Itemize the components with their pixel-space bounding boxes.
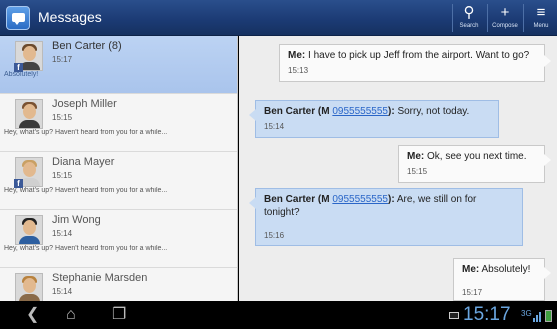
message-sender: Me: bbox=[407, 151, 425, 162]
bubble-tail bbox=[249, 109, 256, 121]
app-title: Messages bbox=[38, 9, 102, 25]
conversation-thread[interactable]: Me: I have to pick up Jeff from the airp… bbox=[239, 36, 557, 301]
message-sender: Me: bbox=[462, 264, 480, 275]
search-button[interactable]: ⚲ Search bbox=[453, 0, 485, 36]
outgoing-message[interactable]: Me: Ok, see you next time. 15:15 bbox=[398, 145, 551, 183]
message-snippet: Hey, what's up? Haven't heard from you f… bbox=[4, 187, 168, 194]
message-time: 15:17 bbox=[462, 288, 483, 297]
conversation-time: 15:17 bbox=[52, 55, 73, 64]
conversation-list[interactable]: f Ben Carter (8) 15:17 Absolutely! Josep… bbox=[0, 36, 238, 301]
messages-app-icon[interactable] bbox=[6, 6, 30, 30]
contact-name: Stephanie Marsden bbox=[52, 272, 148, 284]
incoming-message[interactable]: Ben Carter (M 0955555555): Sorry, not to… bbox=[249, 100, 499, 138]
bubble-tail bbox=[544, 55, 551, 67]
menu-button[interactable]: ≡ Menu bbox=[525, 0, 557, 36]
contact-name: Jim Wong bbox=[52, 214, 101, 226]
phone-number-link[interactable]: 0955555555 bbox=[332, 106, 388, 117]
signal-icon bbox=[533, 310, 543, 322]
message-text: Ok, see you next time. bbox=[427, 151, 527, 162]
conversation-item[interactable]: f Ben Carter (8) 15:17 Absolutely! bbox=[0, 36, 237, 94]
action-separator bbox=[523, 4, 524, 32]
home-icon[interactable]: ⌂ bbox=[66, 305, 76, 325]
message-text: Absolutely! bbox=[481, 264, 531, 275]
message-sender-end: ): bbox=[387, 194, 395, 205]
network-type: 3G bbox=[521, 309, 532, 318]
message-sender: Ben Carter (M bbox=[264, 194, 333, 205]
compose-icon: + bbox=[500, 4, 510, 21]
conversation-time: 15:14 bbox=[52, 229, 73, 238]
menu-label: Menu bbox=[533, 23, 549, 29]
conversation-time: 15:15 bbox=[52, 171, 73, 180]
message-time: 15:13 bbox=[288, 66, 309, 75]
conversation-item[interactable]: Joseph Miller 15:15 Hey, what's up? Have… bbox=[0, 94, 237, 152]
avatar bbox=[15, 99, 43, 129]
outgoing-message[interactable]: Me: Absolutely! 15:17 bbox=[453, 258, 551, 301]
bubble-tail bbox=[544, 267, 551, 279]
compose-label: Compose bbox=[492, 23, 518, 29]
menu-icon: ≡ bbox=[536, 4, 546, 21]
message-snippet: Hey, what's up? Haven't heard from you f… bbox=[4, 129, 168, 136]
contact-name: Diana Mayer bbox=[52, 156, 115, 168]
outgoing-message[interactable]: Me: I have to pick up Jeff from the airp… bbox=[279, 44, 551, 82]
message-text: I have to pick up Jeff from the airport.… bbox=[308, 50, 530, 61]
mail-notification-icon[interactable] bbox=[449, 312, 459, 319]
message-time: 15:14 bbox=[264, 122, 285, 131]
conversation-item[interactable]: f Diana Mayer 15:15 Hey, what's up? Have… bbox=[0, 152, 237, 210]
contact-name: Joseph Miller bbox=[52, 98, 117, 110]
conversation-item[interactable]: Stephanie Marsden 15:14 bbox=[0, 268, 237, 301]
bubble-tail bbox=[249, 197, 256, 209]
search-icon: ⚲ bbox=[463, 4, 475, 21]
incoming-message[interactable]: Ben Carter (M 0955555555): Are, we still… bbox=[249, 188, 523, 246]
status-clock: 15:17 bbox=[463, 304, 511, 325]
system-bar: ❮ ⌂ ❐ 15:17 3G bbox=[0, 301, 557, 329]
message-text: Sorry, not today. bbox=[397, 106, 470, 117]
back-icon[interactable]: ❮ bbox=[26, 305, 39, 325]
recent-apps-icon[interactable]: ❐ bbox=[112, 305, 126, 325]
conversation-item[interactable]: Jim Wong 15:14 Hey, what's up? Haven't h… bbox=[0, 210, 237, 268]
message-time: 15:15 bbox=[407, 167, 428, 176]
conversation-time: 15:15 bbox=[52, 113, 73, 122]
avatar bbox=[15, 215, 43, 245]
message-sender-end: ): bbox=[387, 106, 395, 117]
title-bar: Messages ⚲ Search + Compose ≡ Menu bbox=[0, 0, 557, 36]
message-sender: Ben Carter (M bbox=[264, 106, 333, 117]
message-snippet: Hey, what's up? Haven't heard from you f… bbox=[4, 245, 168, 252]
bubble-tail bbox=[544, 154, 551, 166]
action-separator bbox=[487, 4, 488, 32]
battery-icon bbox=[545, 310, 552, 322]
conversation-time: 15:14 bbox=[52, 287, 73, 296]
phone-number-link[interactable]: 0955555555 bbox=[332, 194, 388, 205]
message-sender: Me: bbox=[288, 50, 306, 61]
contact-name: Ben Carter (8) bbox=[52, 40, 122, 52]
compose-button[interactable]: + Compose bbox=[489, 0, 521, 36]
message-snippet: Absolutely! bbox=[4, 71, 39, 78]
avatar bbox=[15, 273, 43, 301]
search-label: Search bbox=[459, 23, 479, 29]
message-time: 15:16 bbox=[264, 231, 285, 240]
